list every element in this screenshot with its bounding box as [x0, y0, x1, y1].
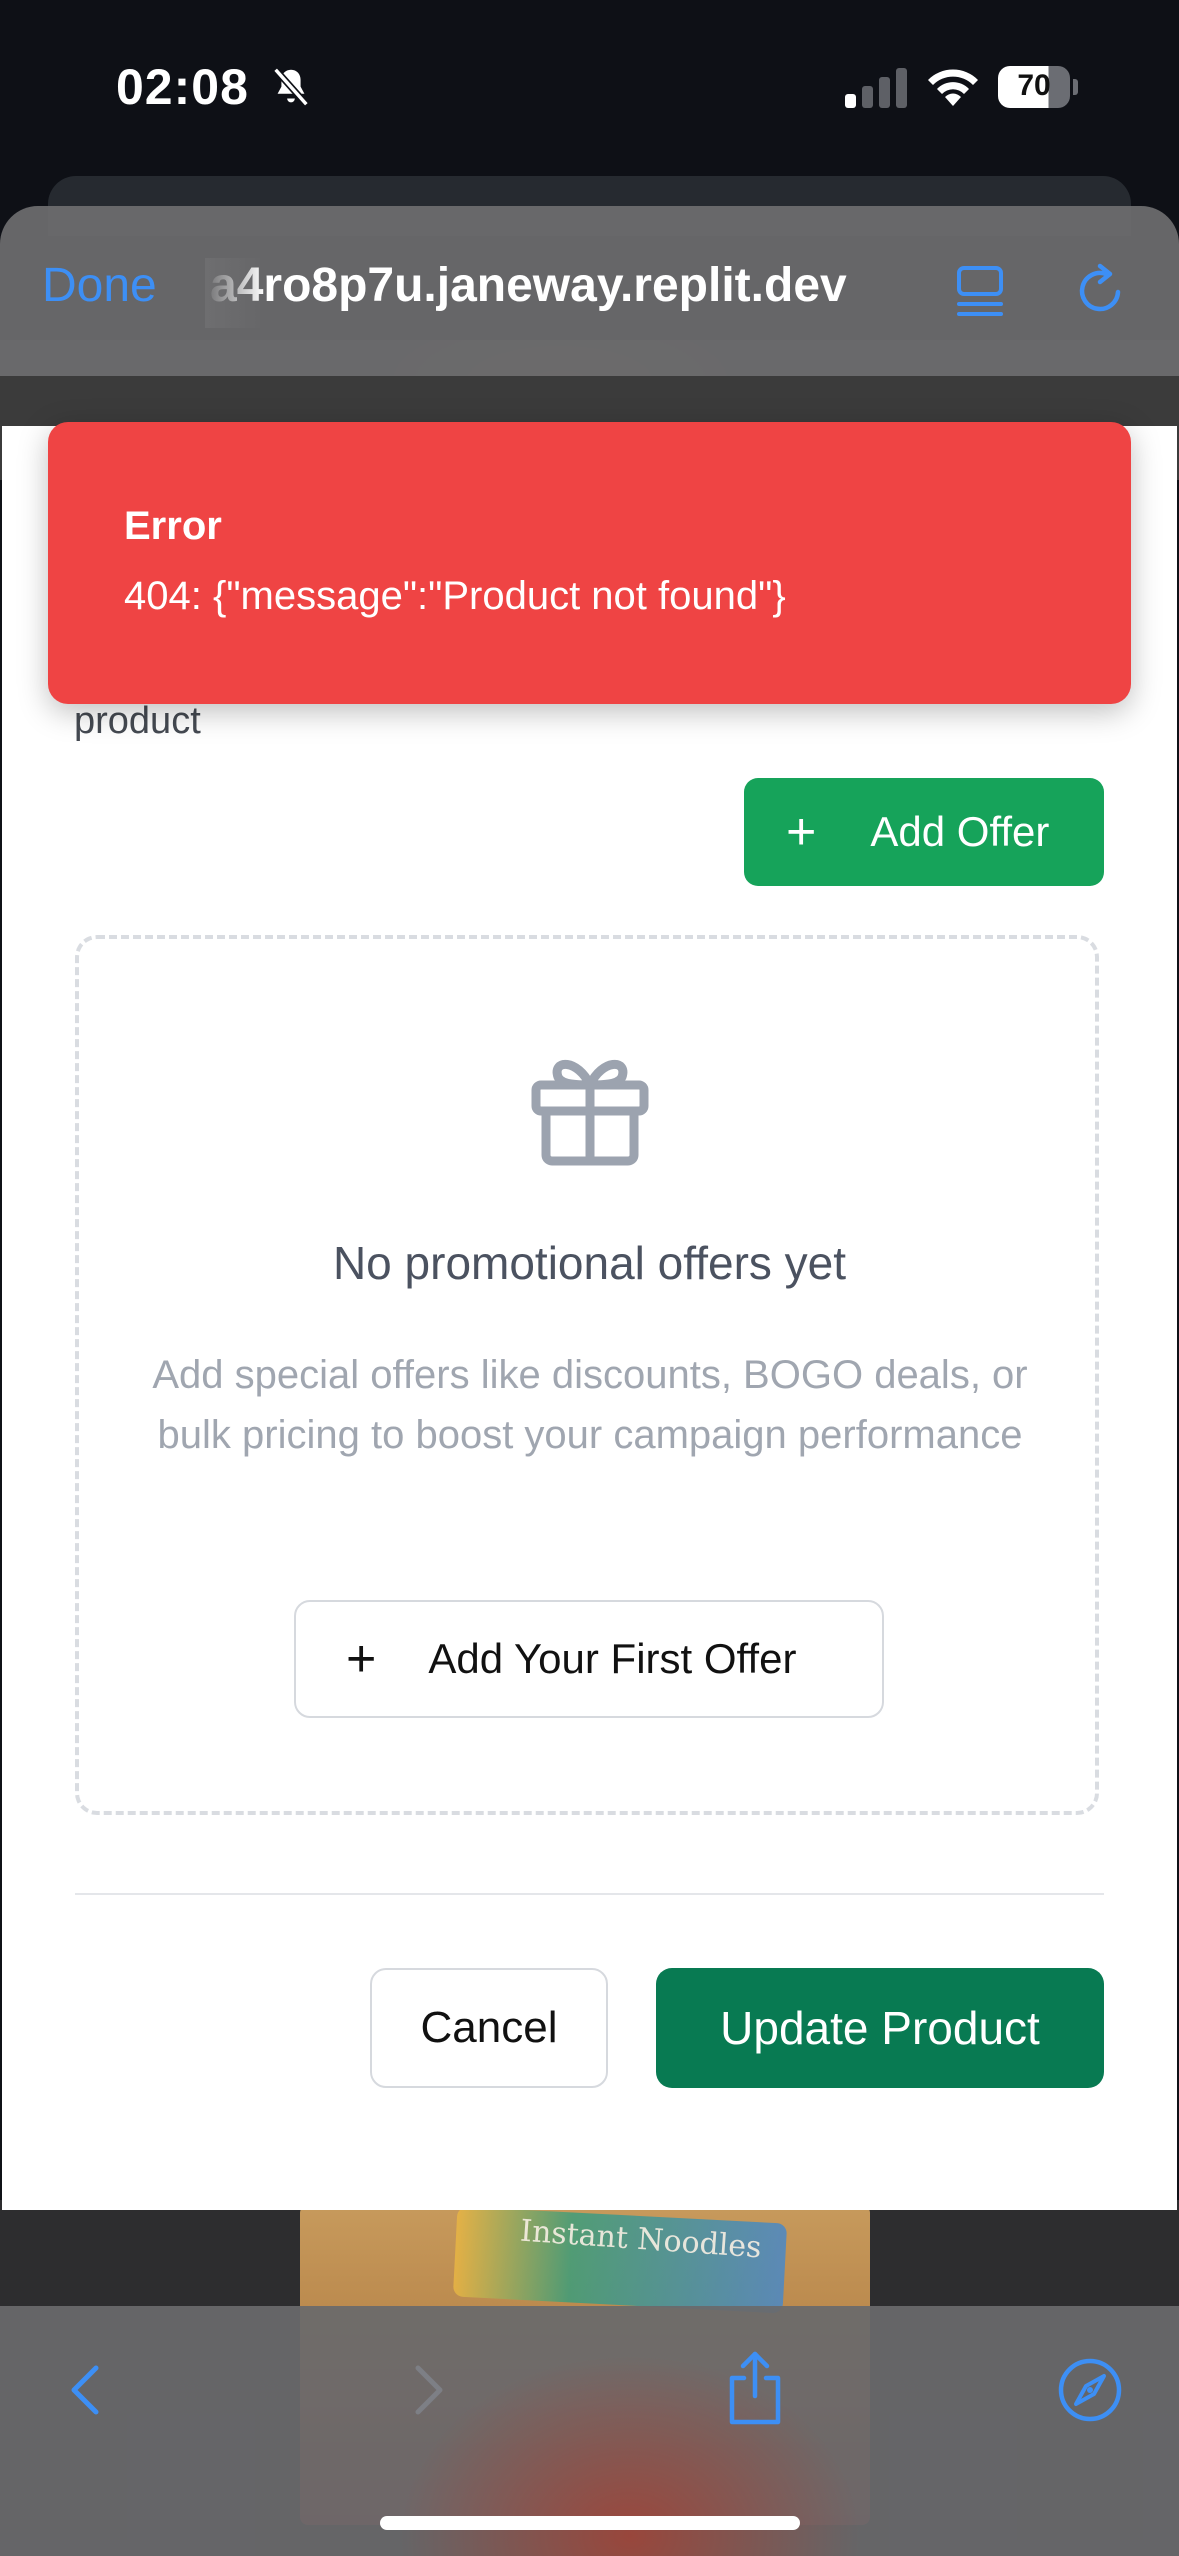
form-divider	[75, 1893, 1104, 1895]
add-offer-button[interactable]: + Add Offer	[744, 778, 1104, 886]
back-icon[interactable]	[56, 2358, 120, 2422]
reload-icon[interactable]	[1072, 262, 1130, 320]
bell-slash-icon	[273, 67, 309, 107]
error-toast-message: 404: {"message":"Product not found"}	[124, 574, 786, 618]
url-display[interactable]: a4ro8p7u.janeway.replit.dev	[210, 258, 910, 313]
forward-icon[interactable]	[394, 2358, 458, 2422]
compass-icon[interactable]	[1056, 2356, 1124, 2424]
empty-state-description: Add special offers like discounts, BOGO …	[152, 1353, 1028, 1457]
plus-icon: +	[786, 803, 817, 861]
wifi-icon	[928, 69, 978, 106]
error-toast[interactable]: Error 404: {"message":"Product not found…	[48, 422, 1131, 704]
add-first-offer-button[interactable]: + Add Your First Offer	[294, 1600, 884, 1718]
cancel-button[interactable]: Cancel	[370, 1968, 608, 2088]
signal-icon	[845, 68, 907, 108]
error-toast-title: Error	[124, 504, 222, 548]
battery-icon: 70	[998, 66, 1078, 108]
battery-percentage: 70	[1017, 69, 1051, 102]
plus-icon: +	[346, 1630, 377, 1688]
done-button[interactable]: Done	[42, 258, 157, 313]
section-label-partial: product	[74, 700, 201, 742]
gift-icon	[531, 1059, 649, 1166]
browser-subbar	[0, 376, 1179, 426]
share-icon[interactable]	[722, 2350, 788, 2426]
home-indicator[interactable]	[380, 2516, 800, 2530]
status-bar: 02:08 70	[0, 0, 1179, 170]
add-offer-label: Add Offer	[870, 808, 1050, 855]
empty-state-title: No promotional offers yet	[332, 1237, 847, 1289]
add-first-offer-label: Add Your First Offer	[428, 1635, 797, 1682]
url-fade	[205, 258, 265, 328]
update-product-button[interactable]: Update Product	[656, 1968, 1104, 2088]
reader-icon[interactable]	[955, 262, 1005, 320]
status-time: 02:08	[116, 59, 249, 115]
